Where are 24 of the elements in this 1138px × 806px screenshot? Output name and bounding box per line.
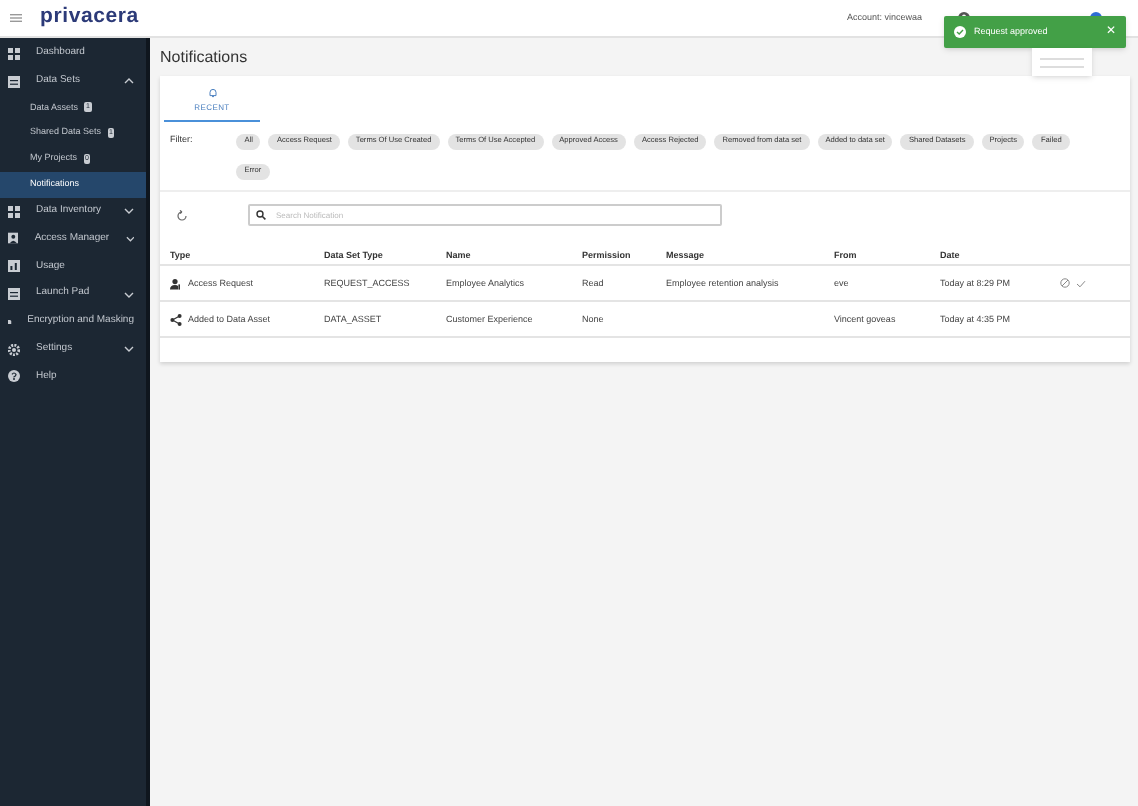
grid-icon [8, 47, 20, 60]
refresh-icon[interactable] [176, 209, 188, 221]
logo: privacera [40, 2, 139, 33]
table-icon [8, 75, 20, 88]
chevron-down-icon [125, 235, 134, 242]
bell-icon [207, 88, 217, 98]
settings-icon [8, 343, 20, 356]
check-circle-icon [954, 26, 966, 38]
chart-icon [8, 260, 20, 273]
person-key-icon [170, 277, 182, 289]
chevron-down-icon [124, 346, 134, 353]
chevron-up-icon [124, 78, 134, 85]
search-icon [256, 210, 266, 220]
share-icon [170, 313, 182, 325]
menu-icon[interactable] [10, 14, 22, 22]
table-icon [8, 288, 20, 301]
grid-icon [8, 205, 20, 218]
person-icon [8, 232, 19, 245]
check-icon[interactable] [1076, 279, 1086, 287]
reject-icon[interactable] [1060, 278, 1070, 288]
page-title: Notifications [160, 47, 248, 67]
help-icon [8, 370, 20, 383]
chevron-down-icon [124, 208, 134, 215]
chevron-down-icon [124, 291, 134, 298]
